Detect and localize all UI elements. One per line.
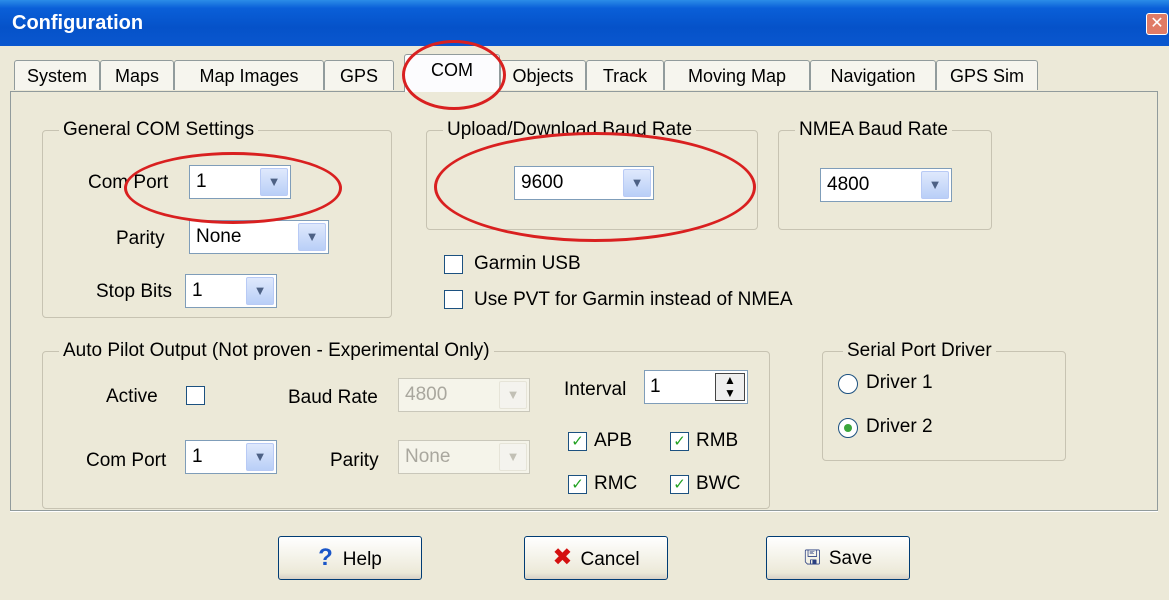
parity-select[interactable]: None ▼ — [189, 220, 329, 254]
parity-label: Parity — [116, 228, 165, 249]
general-com-legend: General COM Settings — [59, 119, 259, 141]
autopilot-parity-label: Parity — [330, 450, 379, 471]
bwc-label: BWC — [696, 473, 741, 494]
red-x-icon: ✖ — [552, 544, 573, 571]
autopilot-legend: Auto Pilot Output (Not proven - Experime… — [59, 340, 494, 362]
tab-com[interactable]: COM — [404, 54, 500, 92]
window-title: Configuration — [12, 12, 144, 34]
com-port-value: 1 — [196, 171, 207, 192]
tab-navigation[interactable]: Navigation — [810, 60, 936, 90]
spinner-icon[interactable]: ▲ ▼ — [715, 373, 745, 401]
help-button[interactable]: ? Help — [278, 536, 422, 580]
com-port-select[interactable]: 1 ▼ — [189, 165, 291, 199]
chevron-down-icon[interactable]: ▼ — [921, 171, 949, 199]
autopilot-baud-label: Baud Rate — [288, 387, 378, 408]
interval-label: Interval — [564, 379, 627, 400]
tab-gps-sim[interactable]: GPS Sim — [936, 60, 1038, 90]
use-pvt-checkbox[interactable] — [444, 290, 463, 309]
autopilot-baud-value: 4800 — [405, 384, 448, 405]
chevron-down-icon[interactable]: ▼ — [623, 169, 651, 197]
upload-baud-value: 9600 — [521, 172, 564, 193]
tab-maps[interactable]: Maps — [100, 60, 174, 90]
serial-driver-group: Serial Port Driver — [822, 340, 1066, 461]
chevron-down-icon[interactable]: ▼ — [260, 168, 288, 196]
chevron-down-icon[interactable]: ▼ — [499, 381, 527, 409]
tab-system[interactable]: System — [14, 60, 100, 90]
nmea-baud-select[interactable]: 4800 ▼ — [820, 168, 952, 202]
apb-checkbox[interactable]: ✓ — [568, 432, 587, 451]
upload-baud-select[interactable]: 9600 ▼ — [514, 166, 654, 200]
autopilot-active-checkbox[interactable] — [186, 386, 205, 405]
interval-value: 1 — [650, 376, 661, 397]
driver1-radio[interactable] — [838, 374, 858, 394]
autopilot-com-port-label: Com Port — [86, 450, 167, 471]
stop-bits-label: Stop Bits — [96, 281, 173, 302]
garmin-usb-label: Garmin USB — [474, 253, 581, 274]
question-mark-icon: ? — [318, 544, 333, 571]
save-disk-icon: 🖫 — [803, 547, 821, 569]
autopilot-com-port-select[interactable]: 1 ▼ — [185, 440, 277, 474]
upload-baud-legend: Upload/Download Baud Rate — [443, 119, 697, 141]
chevron-down-icon[interactable]: ▼ — [246, 277, 274, 305]
tab-moving-map[interactable]: Moving Map — [664, 60, 810, 90]
use-pvt-label: Use PVT for Garmin instead of NMEA — [474, 289, 793, 310]
title-bar: Configuration ✕ — [0, 0, 1169, 46]
tab-track[interactable]: Track — [586, 60, 664, 90]
tab-map-images[interactable]: Map Images — [174, 60, 324, 90]
chevron-down-icon[interactable]: ▼ — [298, 223, 326, 251]
autopilot-parity-select[interactable]: None ▼ — [398, 440, 530, 474]
parity-value: None — [196, 226, 242, 247]
stop-bits-select[interactable]: 1 ▼ — [185, 274, 277, 308]
autopilot-com-port-value: 1 — [192, 446, 203, 467]
cancel-button[interactable]: ✖ Cancel — [524, 536, 668, 580]
rmb-checkbox[interactable]: ✓ — [670, 432, 689, 451]
tab-objects[interactable]: Objects — [500, 60, 586, 90]
tab-gps[interactable]: GPS — [324, 60, 394, 90]
cancel-button-label: Cancel — [580, 549, 640, 570]
autopilot-baud-select[interactable]: 4800 ▼ — [398, 378, 530, 412]
help-button-label: Help — [342, 549, 382, 570]
com-port-label: Com Port — [88, 172, 169, 193]
autopilot-active-label: Active — [106, 386, 158, 407]
nmea-baud-legend: NMEA Baud Rate — [795, 119, 952, 141]
chevron-down-icon[interactable]: ▼ — [246, 443, 274, 471]
chevron-down-icon[interactable]: ▼ — [499, 443, 527, 471]
rmb-label: RMB — [696, 430, 739, 451]
interval-input[interactable]: 1 ▲ ▼ — [644, 370, 748, 404]
autopilot-parity-value: None — [405, 446, 451, 467]
driver2-label: Driver 2 — [866, 416, 933, 437]
close-icon: ✕ — [1150, 15, 1164, 32]
save-button-label: Save — [828, 548, 873, 569]
bwc-checkbox[interactable]: ✓ — [670, 475, 689, 494]
radio-selected-dot — [844, 424, 852, 432]
serial-driver-legend: Serial Port Driver — [843, 340, 996, 362]
rmc-label: RMC — [594, 473, 638, 494]
rmc-checkbox[interactable]: ✓ — [568, 475, 587, 494]
close-button[interactable]: ✕ — [1146, 13, 1168, 35]
stop-bits-value: 1 — [192, 280, 203, 301]
garmin-usb-checkbox[interactable] — [444, 255, 463, 274]
driver2-radio[interactable] — [838, 418, 858, 438]
apb-label: APB — [594, 430, 633, 451]
driver1-label: Driver 1 — [866, 372, 933, 393]
save-button[interactable]: 🖫 Save — [766, 536, 910, 580]
nmea-baud-value: 4800 — [827, 174, 870, 195]
